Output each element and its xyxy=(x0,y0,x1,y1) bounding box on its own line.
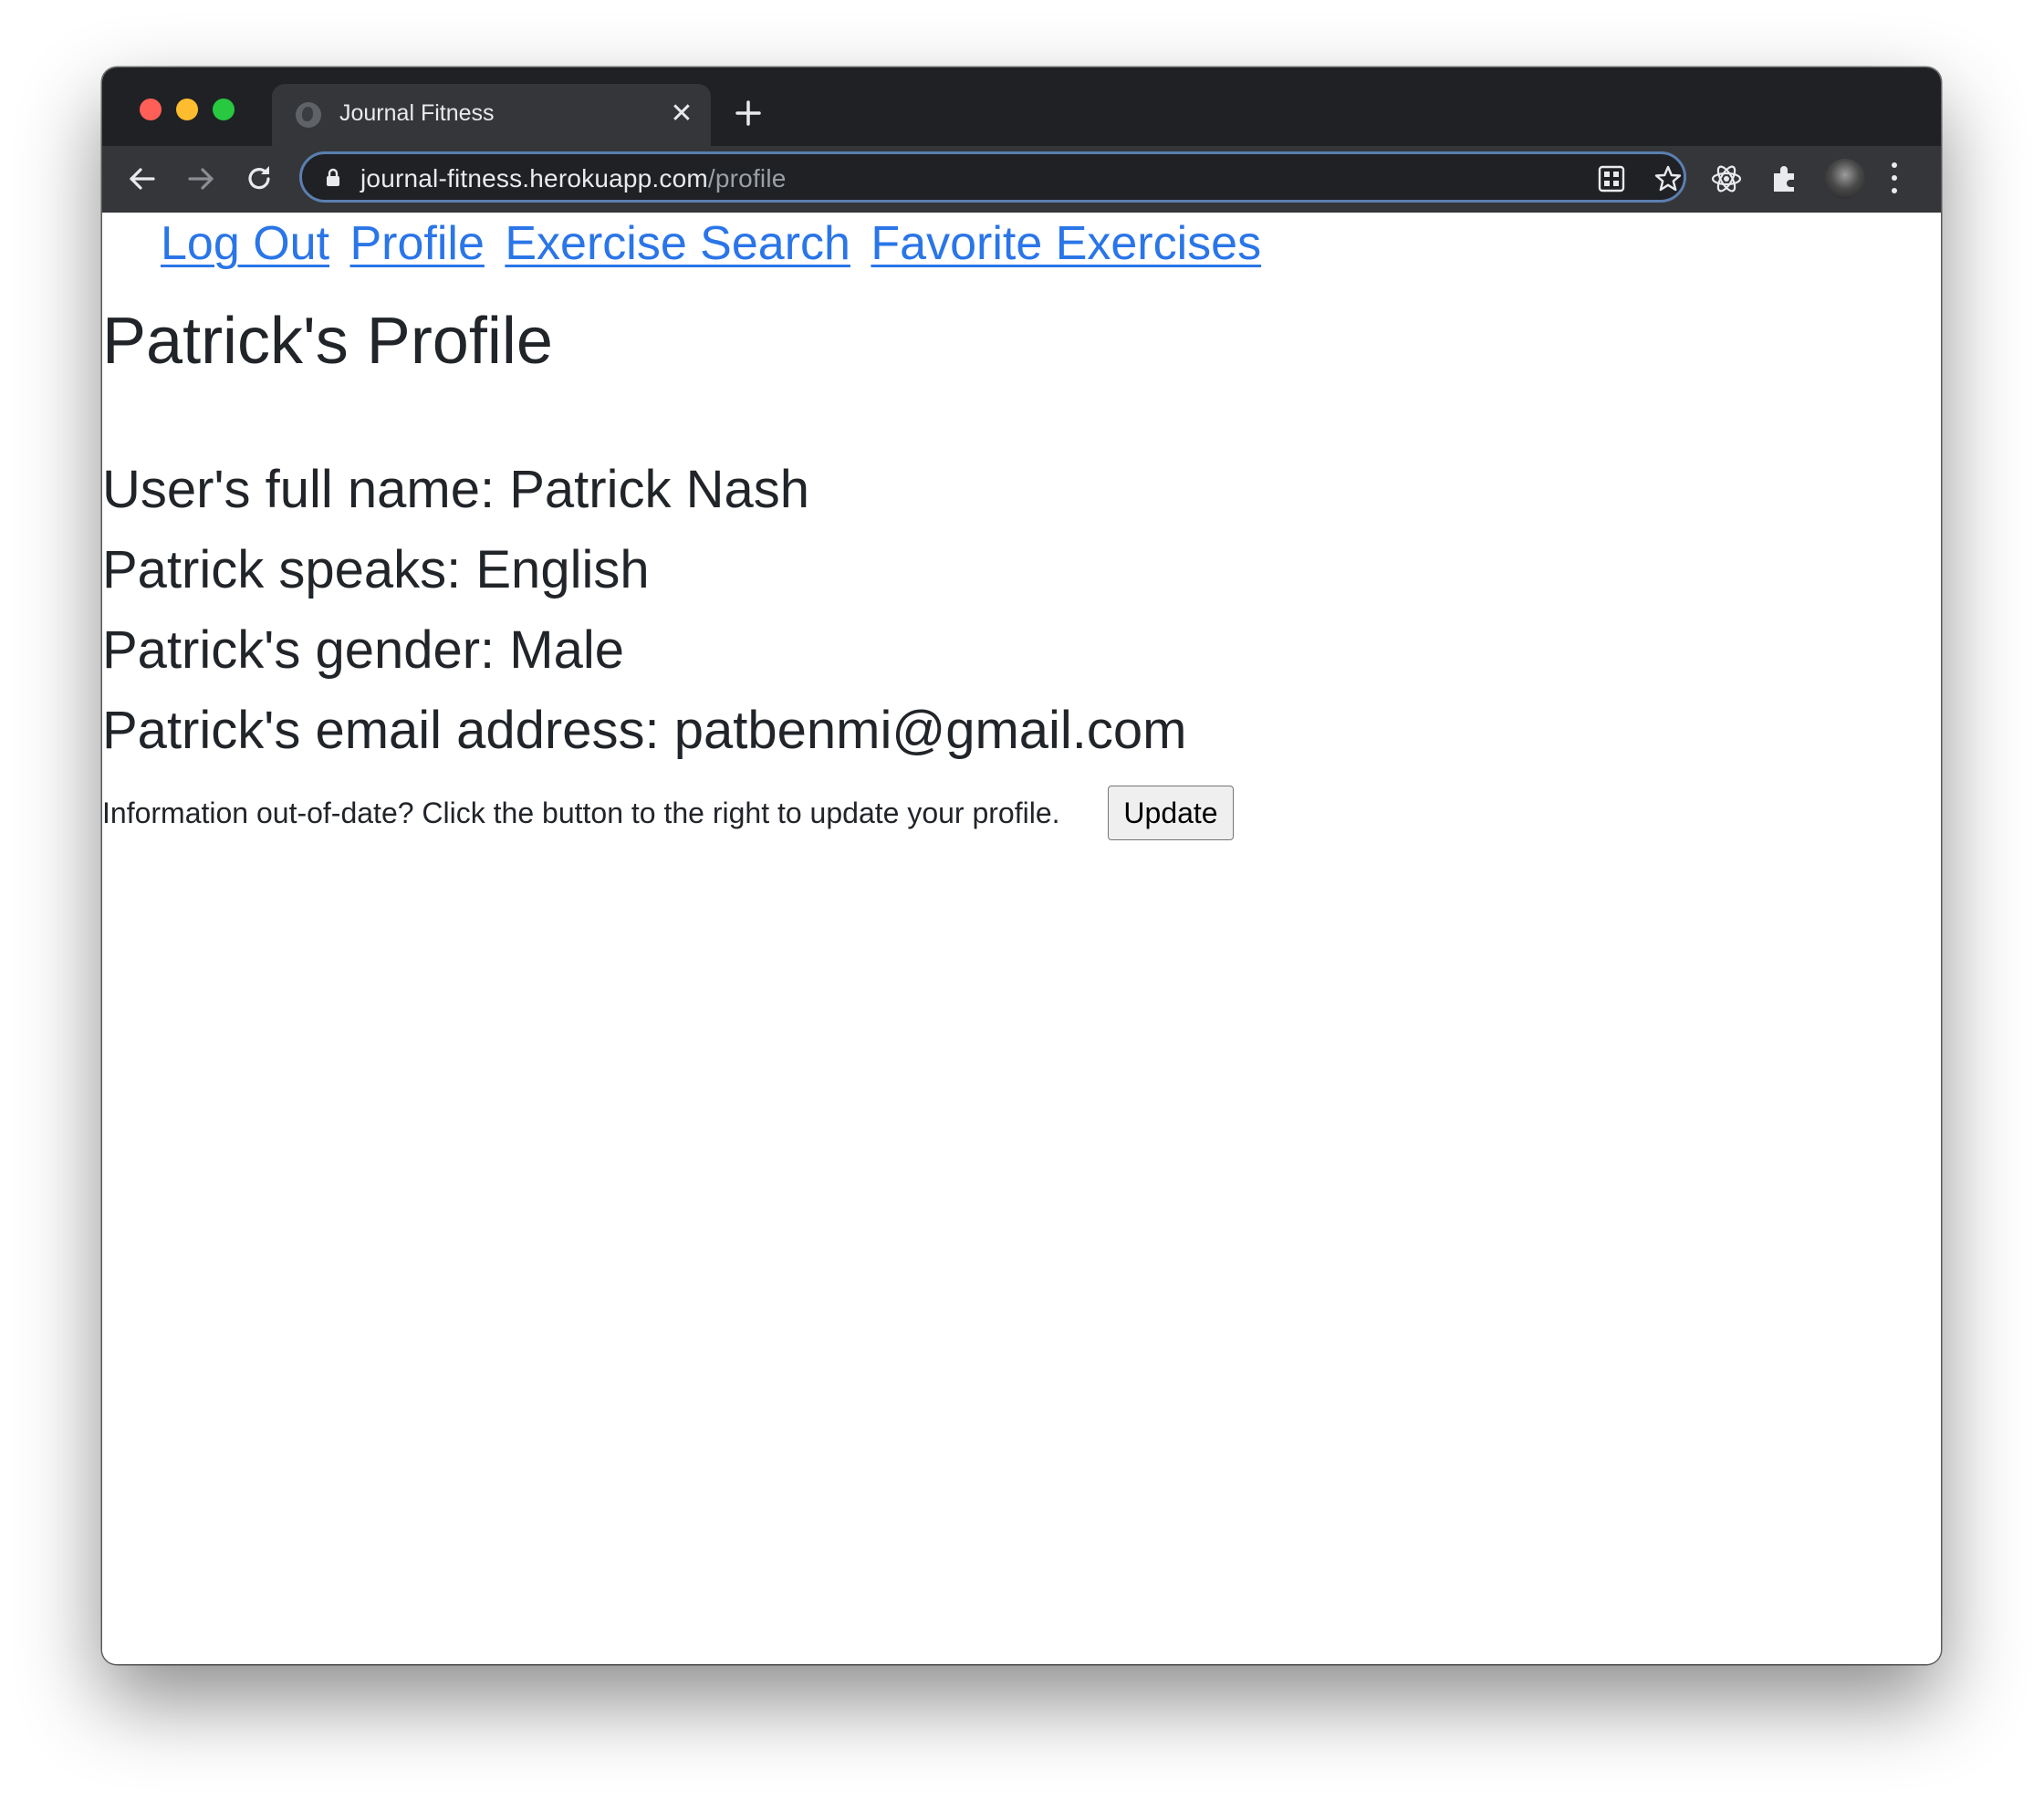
tab-close-icon[interactable]: ✕ xyxy=(666,99,697,130)
bookmark-star-icon[interactable] xyxy=(1653,163,1684,194)
browser-tab[interactable]: Journal Fitness ✕ xyxy=(272,84,711,146)
email-line: Patrick's email address: patbenmi@gmail.… xyxy=(102,701,1187,760)
forward-arrow-icon[interactable] xyxy=(181,159,221,199)
tab-title: Journal Fitness xyxy=(339,100,495,126)
page-title: Patrick's Profile xyxy=(102,305,553,378)
site-nav: Log Out Profile Exercise Search Favorite… xyxy=(161,216,1268,271)
nav-link-profile[interactable]: Profile xyxy=(349,217,484,270)
nav-link-favorite-exercises[interactable]: Favorite Exercises xyxy=(871,217,1261,270)
tab-favicon-globe-icon xyxy=(296,102,321,128)
url-text[interactable]: journal-fitness.herokuapp.com/profile xyxy=(360,164,787,193)
qr-code-icon[interactable] xyxy=(1596,163,1627,194)
close-window-button[interactable] xyxy=(140,99,162,120)
more-menu-icon[interactable] xyxy=(1889,162,1900,197)
language-line: Patrick speaks: English xyxy=(102,540,650,599)
browser-window: Journal Fitness ✕ journal-fitness.heroku… xyxy=(102,68,1941,1664)
minimize-window-button[interactable] xyxy=(176,99,198,120)
nav-link-log-out[interactable]: Log Out xyxy=(161,217,329,270)
reload-icon[interactable] xyxy=(239,159,279,199)
maximize-window-button[interactable] xyxy=(213,99,235,120)
update-button[interactable]: Update xyxy=(1108,786,1234,840)
title-bar: Journal Fitness ✕ xyxy=(102,68,1941,146)
back-arrow-icon[interactable] xyxy=(122,159,162,199)
nav-link-exercise-search[interactable]: Exercise Search xyxy=(505,217,850,270)
new-tab-plus-icon[interactable] xyxy=(730,95,766,131)
full-name-line: User's full name: Patrick Nash xyxy=(102,460,809,519)
update-prompt: Information out-of-date? Click the butto… xyxy=(102,796,1060,829)
react-devtools-icon[interactable] xyxy=(1708,161,1745,197)
browser-toolbar: journal-fitness.herokuapp.com/profile xyxy=(102,146,1941,213)
gender-line: Patrick's gender: Male xyxy=(102,620,624,680)
extensions-puzzle-icon[interactable] xyxy=(1767,161,1803,197)
profile-avatar[interactable] xyxy=(1825,159,1865,199)
lock-icon[interactable] xyxy=(322,167,344,189)
url-path: /profile xyxy=(707,164,787,193)
url-host: journal-fitness.herokuapp.com xyxy=(360,164,708,193)
address-bar[interactable]: journal-fitness.herokuapp.com/profile xyxy=(299,151,1686,203)
page-content: Log Out Profile Exercise Search Favorite… xyxy=(102,213,1941,1664)
